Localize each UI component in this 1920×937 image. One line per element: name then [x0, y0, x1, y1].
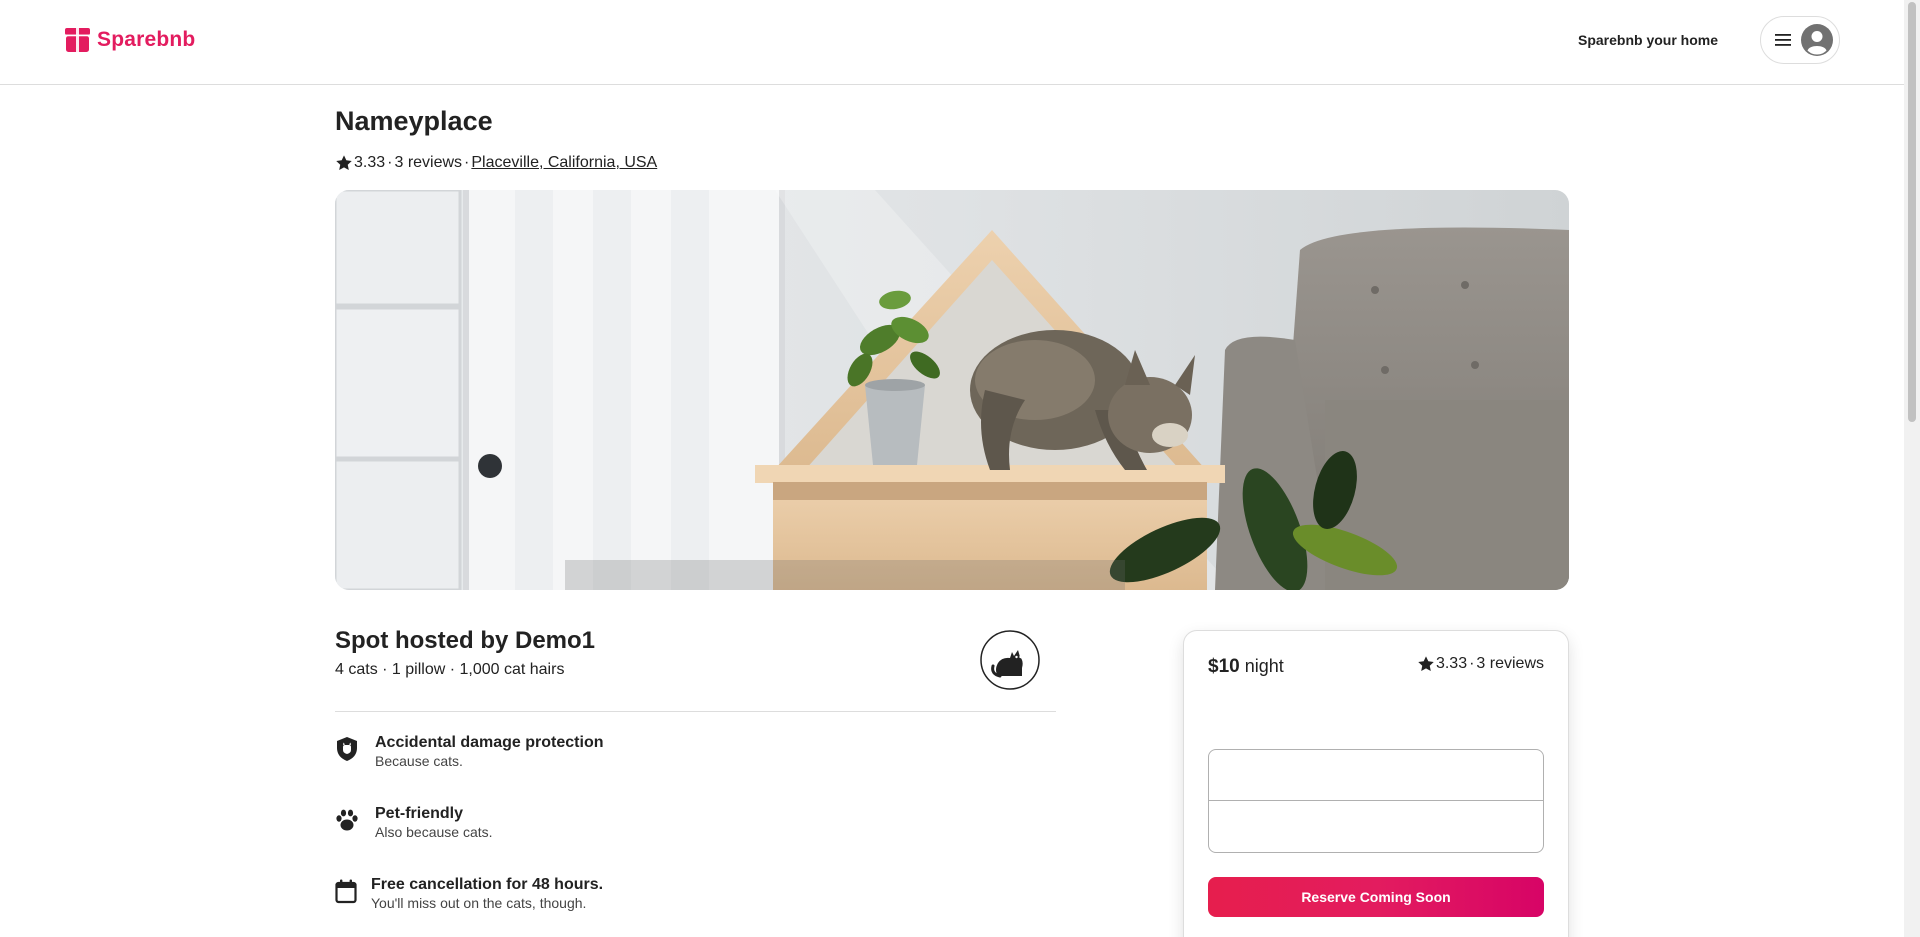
cat-in-house-photo	[335, 190, 1569, 590]
price-unit: night	[1239, 656, 1284, 676]
feature-subtitle: Because cats.	[375, 753, 463, 769]
listing-title: Nameyplace	[335, 106, 493, 136]
listing-rating: 3.33	[354, 154, 386, 171]
feature-item-damage-protection: Accidental damage protection Because cat…	[335, 734, 604, 769]
profile-menu-button[interactable]	[1760, 16, 1840, 64]
star-icon	[1418, 656, 1434, 672]
feature-title: Pet-friendly	[375, 805, 464, 822]
feature-subtitle: Also because cats.	[375, 824, 493, 840]
host-your-home-link[interactable]: Sparebnb your home	[1578, 32, 1718, 48]
meta-separator: ·	[387, 154, 393, 171]
logo-link[interactable]: Sparebnb	[64, 26, 195, 53]
feature-item-pet-friendly: Pet-friendly Also because cats.	[335, 805, 493, 840]
nightly-price: $10 night	[1208, 656, 1284, 678]
date-picker	[1208, 749, 1544, 853]
checkin-field[interactable]	[1209, 750, 1543, 801]
logo-text: Sparebnb	[97, 27, 196, 51]
meta-separator: ·	[464, 154, 470, 171]
checkout-field[interactable]	[1209, 801, 1543, 852]
cat-avatar-icon	[980, 630, 1040, 690]
feature-subtitle: You'll miss out on the cats, though.	[371, 895, 587, 911]
hamburger-menu-icon	[1775, 34, 1791, 46]
listing-meta: 3.33 · 3 reviews · Placeville, Californi…	[335, 154, 657, 172]
calendar-icon	[335, 879, 357, 904]
host-heading: Spot hosted by Demo1	[335, 627, 596, 654]
top-header: Sparebnb Sparebnb your home	[0, 0, 1904, 85]
card-rating-value: 3.33	[1435, 655, 1468, 672]
section-divider	[335, 711, 1056, 712]
feature-title: Free cancellation for 48 hours.	[371, 876, 604, 893]
listing-location-link[interactable]: Placeville, California, USA	[471, 154, 657, 172]
scrollbar-thumb[interactable]	[1908, 2, 1916, 422]
box-icon	[65, 28, 90, 52]
booking-card: $10 night 3.33 · 3 reviews Reserve Comin…	[1183, 630, 1569, 937]
spot-stats: 4 cats · 1 pillow · 1,000 cat hairs	[335, 661, 565, 678]
listing-reviews[interactable]: 3 reviews	[394, 154, 462, 172]
feature-item-free-cancellation: Free cancellation for 48 hours. You'll m…	[335, 876, 603, 911]
card-rating: 3.33 · 3 reviews	[1417, 655, 1544, 673]
card-reviews[interactable]: 3 reviews	[1476, 655, 1544, 673]
listing-hero-image	[335, 190, 1569, 590]
page-scrollbar[interactable]	[1904, 0, 1920, 937]
feature-title: Accidental damage protection	[375, 734, 604, 751]
reserve-button[interactable]: Reserve Coming Soon	[1208, 877, 1544, 917]
card-rating-separator: ·	[1469, 655, 1475, 672]
shield-icon	[337, 737, 357, 761]
user-avatar-icon	[1801, 24, 1833, 56]
paw-icon	[336, 809, 358, 831]
star-icon	[336, 155, 352, 171]
price-amount: $10	[1208, 656, 1240, 677]
